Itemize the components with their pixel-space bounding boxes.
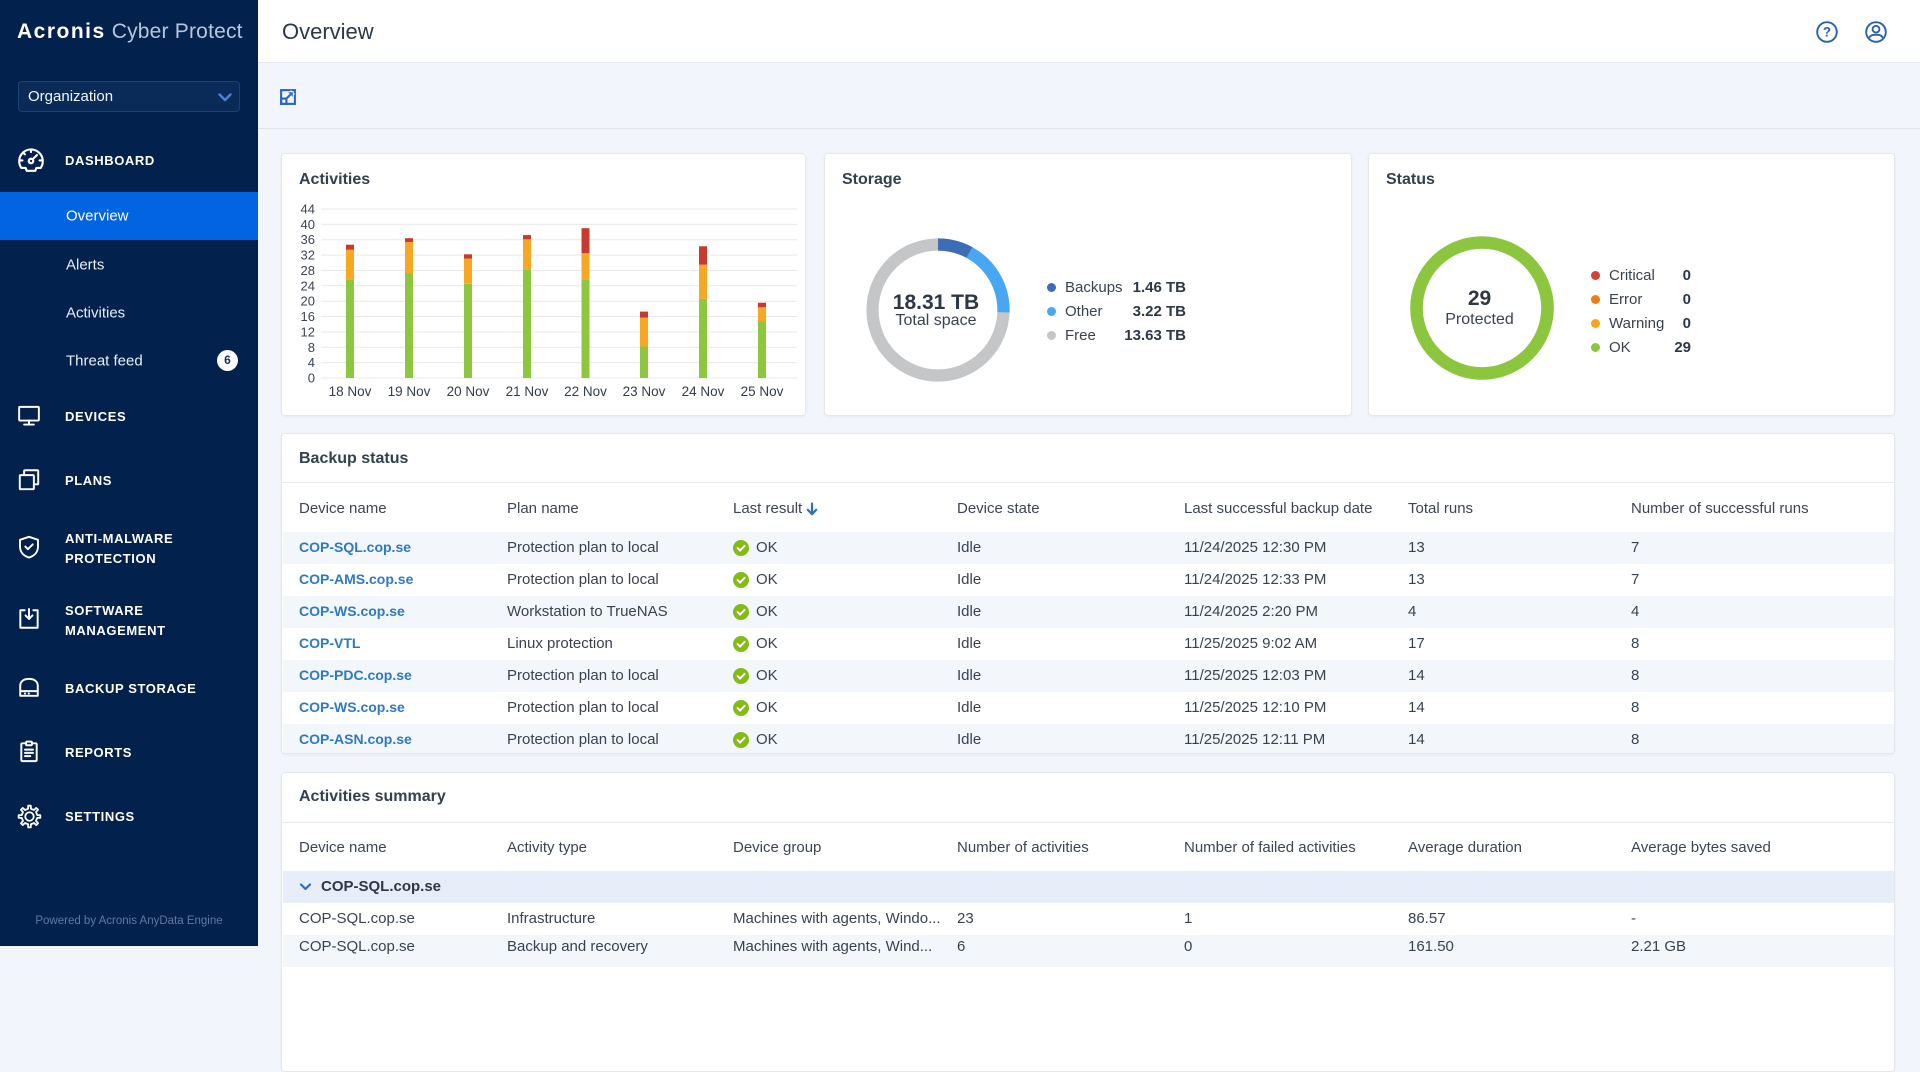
- svg-text:32: 32: [301, 248, 315, 263]
- svg-text:24 Nov: 24 Nov: [682, 384, 725, 399]
- svg-text:21 Nov: 21 Nov: [506, 384, 549, 399]
- svg-text:23 Nov: 23 Nov: [623, 384, 666, 399]
- svg-text:4: 4: [308, 355, 315, 370]
- svg-text:20 Nov: 20 Nov: [447, 384, 490, 399]
- svg-text:28: 28: [301, 263, 315, 278]
- svg-text:16: 16: [301, 309, 315, 324]
- svg-text:36: 36: [301, 232, 315, 247]
- svg-text:24: 24: [301, 278, 315, 293]
- svg-text:?: ?: [1823, 25, 1831, 40]
- svg-text:40: 40: [301, 217, 315, 232]
- svg-text:19 Nov: 19 Nov: [388, 384, 431, 399]
- svg-text:12: 12: [301, 324, 315, 339]
- svg-text:18 Nov: 18 Nov: [329, 384, 372, 399]
- svg-text:25 Nov: 25 Nov: [741, 384, 784, 399]
- svg-text:0: 0: [308, 371, 315, 386]
- svg-text:22 Nov: 22 Nov: [564, 384, 607, 399]
- svg-text:20: 20: [301, 294, 315, 309]
- svg-text:8: 8: [308, 340, 315, 355]
- svg-text:44: 44: [301, 202, 315, 217]
